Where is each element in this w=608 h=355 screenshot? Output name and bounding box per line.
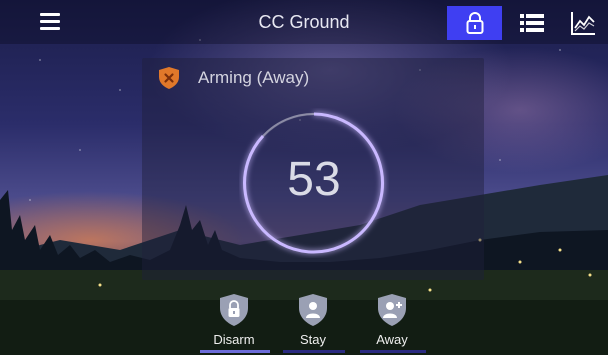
away-underline [360, 350, 426, 353]
shield-person-icon [299, 294, 327, 326]
disarm-button[interactable]: Disarm [204, 293, 264, 347]
stay-label: Stay [299, 332, 326, 347]
away-label: Away [376, 332, 408, 347]
shield-x-icon [159, 67, 179, 89]
disarm-underline [200, 350, 270, 353]
line-chart-icon[interactable] [570, 10, 596, 36]
status-text: Arming (Away) [198, 68, 310, 87]
list-icon[interactable] [520, 12, 544, 34]
stay-button[interactable]: Stay [283, 293, 343, 347]
away-button[interactable]: Away [362, 293, 422, 347]
security-tab-button[interactable] [447, 6, 502, 40]
lock-icon [466, 12, 483, 34]
shield-person-add-icon [378, 294, 406, 326]
top-bar: CC Ground [0, 0, 608, 44]
status-row: Arming (Away) [158, 66, 309, 90]
disarm-label: Disarm [213, 332, 255, 347]
page-title: CC Ground [258, 12, 350, 32]
stay-underline [283, 350, 345, 353]
countdown-value: 53 [287, 153, 341, 206]
shield-lock-icon [220, 294, 248, 326]
